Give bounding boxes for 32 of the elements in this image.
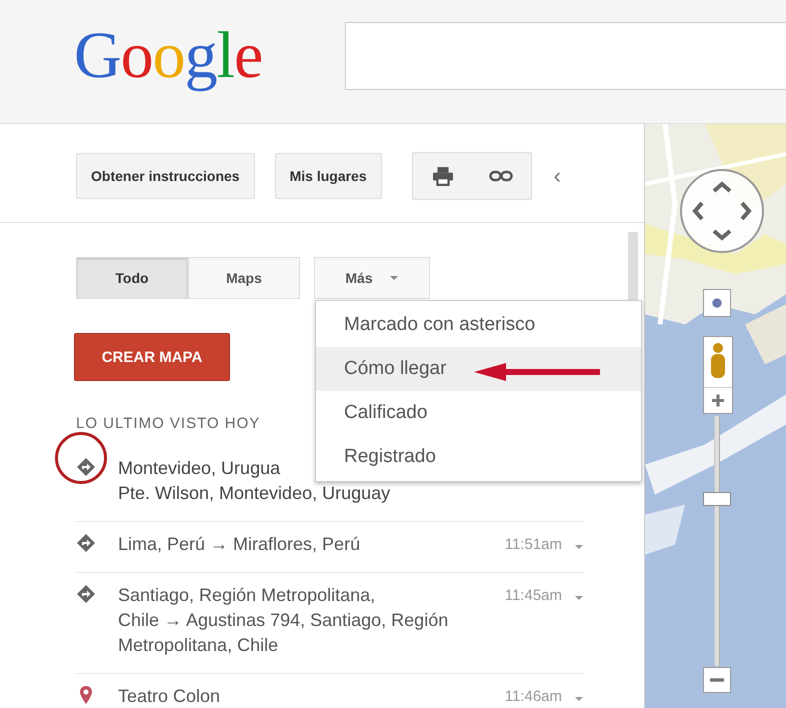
recent-item-link[interactable]: Lima, Perú → Miraflores, Perú	[118, 532, 497, 557]
collapse-button[interactable]: ‹	[554, 163, 561, 189]
zoom-slider-thumb[interactable]	[703, 492, 731, 506]
menu-item[interactable]: Registrado	[316, 435, 641, 479]
menu-item[interactable]: Cómo llegar	[316, 347, 641, 391]
directions-icon	[76, 457, 96, 477]
tab[interactable]: Todo	[76, 257, 188, 299]
recent-item-link[interactable]: Teatro Colon	[118, 684, 497, 708]
search-field[interactable]	[345, 22, 786, 90]
toolbar-button[interactable]: Obtener instrucciones	[76, 153, 255, 199]
create-map-button[interactable]: CREAR MAPA	[74, 333, 230, 381]
directions-icon	[76, 584, 96, 604]
menu-item[interactable]: Calificado	[316, 391, 641, 435]
directions-icon	[76, 533, 96, 553]
recent-item-link[interactable]: Santiago, Región Metropolitana, Chile → Agustinas 794, Santiago, Región Metropolitana, Chile	[118, 583, 497, 658]
tab[interactable]: Más	[314, 257, 430, 299]
caret-icon[interactable]	[574, 696, 584, 702]
zoom-out-button[interactable]	[703, 667, 731, 693]
tab[interactable]: Maps	[188, 257, 300, 299]
scrollbar-thumb[interactable]	[628, 232, 638, 302]
locate-button[interactable]	[703, 289, 731, 317]
timestamp: 11:45am	[504, 587, 562, 604]
timestamp: 11:51am	[504, 536, 562, 553]
print-icon[interactable]	[430, 166, 455, 186]
minus-icon	[710, 678, 724, 682]
section-heading: LO ULTIMO VISTO HOY	[76, 415, 260, 432]
caret-icon[interactable]	[574, 595, 584, 601]
menu-item[interactable]: Marcado con asterisco	[316, 303, 641, 347]
timestamp: 11:46am	[504, 688, 562, 705]
caret-icon[interactable]	[574, 544, 584, 550]
toolbar-button[interactable]: Mis lugares	[274, 153, 382, 199]
icon-button-group[interactable]	[412, 152, 532, 200]
